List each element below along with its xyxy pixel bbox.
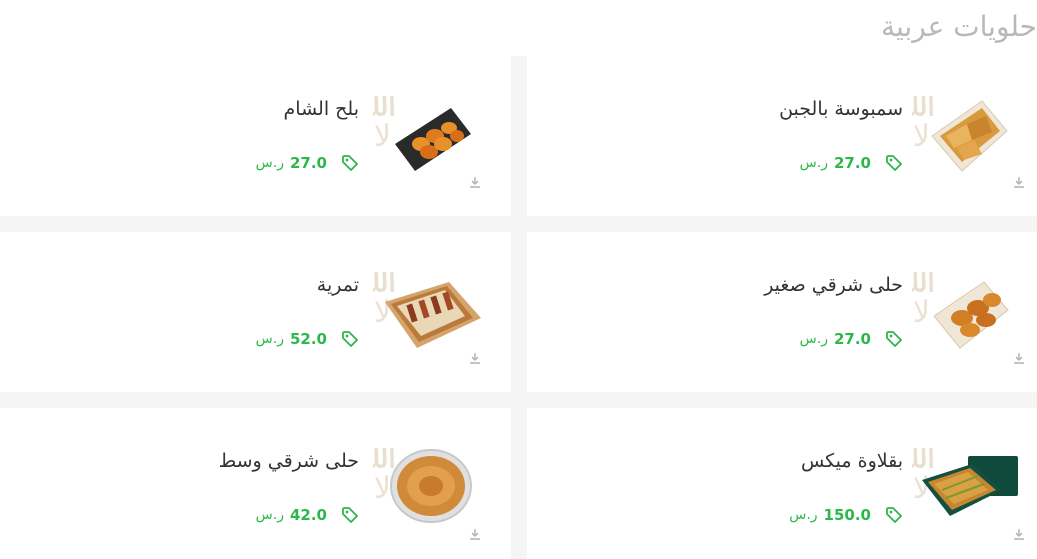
price-tag-icon xyxy=(885,506,903,524)
product-image[interactable]: ﷲ لا xyxy=(355,428,483,538)
svg-text:لا: لا xyxy=(913,119,930,154)
price-currency: ر.س xyxy=(255,155,284,171)
product-card[interactable]: ﷲ لا بقلاوة ميكس 150.0 ر.س xyxy=(527,408,1037,559)
product-card[interactable]: ﷲ لا سمبوسة بالجبن 27.0 ر.س xyxy=(527,56,1037,216)
download-icon[interactable] xyxy=(468,174,482,188)
price-tag-icon xyxy=(885,154,903,172)
download-icon[interactable] xyxy=(1012,350,1026,364)
download-icon[interactable] xyxy=(1012,526,1026,540)
product-name[interactable]: حلى شرقي وسط xyxy=(219,450,359,472)
download-icon[interactable] xyxy=(468,526,482,540)
product-name[interactable]: بقلاوة ميكس xyxy=(801,450,903,472)
price-currency: ر.س xyxy=(789,507,818,523)
product-image[interactable]: ﷲ لا xyxy=(355,252,483,362)
price-tag-icon xyxy=(341,330,359,348)
price-currency: ر.س xyxy=(255,331,284,347)
download-icon[interactable] xyxy=(468,350,482,364)
product-name[interactable]: حلى شرقي صغير xyxy=(764,274,903,296)
section-header: حلويات عربية xyxy=(0,0,1037,56)
price-currency: ر.س xyxy=(799,155,828,171)
price-tag-icon xyxy=(341,506,359,524)
download-icon[interactable] xyxy=(1012,174,1026,188)
product-name[interactable]: سمبوسة بالجبن xyxy=(779,98,903,120)
section-title: حلويات عربية xyxy=(880,10,1037,43)
price-row: 27.0 ر.س xyxy=(800,330,903,348)
product-card[interactable]: ﷲ لا حلى شرقي صغير 27.0 ر.س xyxy=(527,232,1037,392)
product-card[interactable]: ﷲ لا ca بلح الشام 27.0 ر.س xyxy=(0,56,511,216)
svg-text:لا: لا xyxy=(913,295,930,330)
price-currency: ر.س xyxy=(799,331,828,347)
price-value: 27.0 xyxy=(289,154,327,172)
svg-text:لا: لا xyxy=(374,295,391,330)
product-image[interactable]: ﷲ لا ca xyxy=(355,76,483,186)
price-currency: ر.س xyxy=(255,507,284,523)
price-row: 42.0 ر.س xyxy=(256,506,359,524)
price-value: 52.0 xyxy=(289,330,327,348)
product-name[interactable]: بلح الشام xyxy=(284,98,359,120)
product-card[interactable]: ﷲ لا تمرية 52.0 ر.س xyxy=(0,232,511,392)
price-value: 150.0 xyxy=(823,506,871,524)
svg-text:لا: لا xyxy=(913,471,930,506)
product-image[interactable]: ﷲ لا xyxy=(894,428,1022,538)
price-value: 27.0 xyxy=(833,154,871,172)
price-row: 150.0 ر.س xyxy=(789,506,903,524)
price-value: 42.0 xyxy=(289,506,327,524)
price-value: 27.0 xyxy=(833,330,871,348)
product-image[interactable]: ﷲ لا xyxy=(894,76,1022,186)
price-tag-icon xyxy=(885,330,903,348)
product-name[interactable]: تمرية xyxy=(317,274,359,296)
price-row: 27.0 ر.س xyxy=(256,154,359,172)
product-image[interactable]: ﷲ لا xyxy=(894,252,1022,362)
price-row: 52.0 ر.س xyxy=(256,330,359,348)
product-card[interactable]: ﷲ لا حلى شرقي وسط 42.0 ر.س xyxy=(0,408,511,559)
svg-text:لا: لا xyxy=(374,119,391,154)
svg-text:لا: لا xyxy=(374,471,391,506)
price-row: 27.0 ر.س xyxy=(800,154,903,172)
svg-text:ca: ca xyxy=(391,109,417,134)
price-tag-icon xyxy=(341,154,359,172)
